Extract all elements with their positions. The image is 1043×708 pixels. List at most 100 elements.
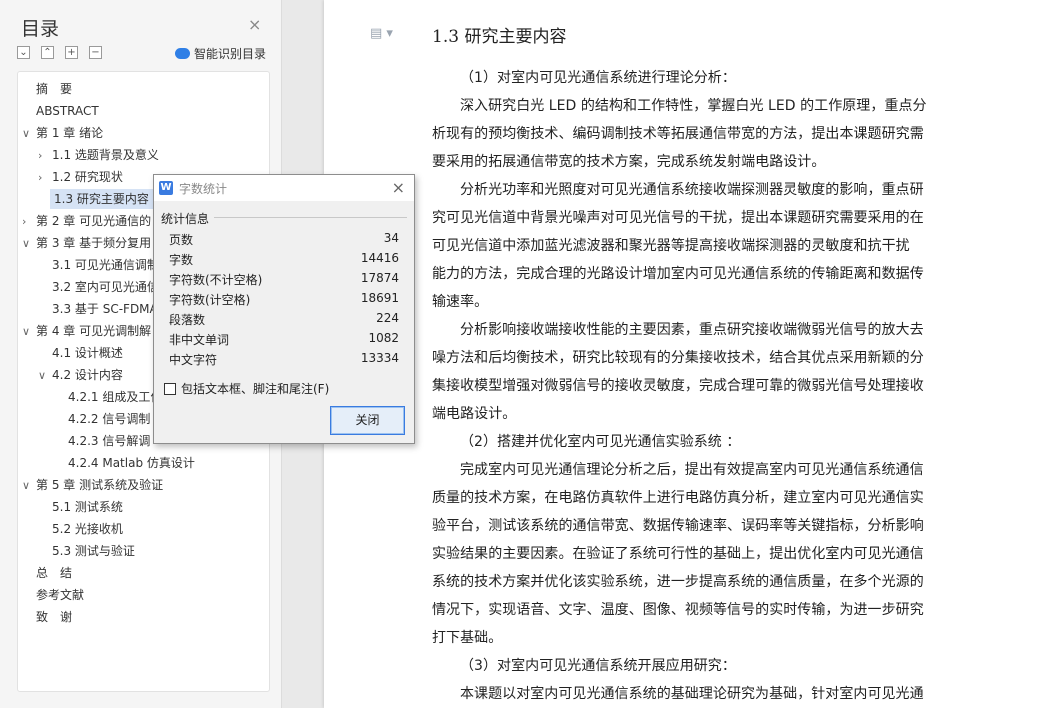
toc-item[interactable]: 5.1 测试系统 (38, 497, 266, 517)
paragraph-line: 打下基础。 (432, 630, 503, 646)
paragraph-line: 验平台，测试该系统的通信带宽、数据传输速率、误码率等关键指标，分析影响 (432, 518, 924, 534)
stat-label: 字数 (169, 253, 194, 267)
toc-item-label: 1.1 选题背景及意义 (52, 148, 159, 162)
section-divider (214, 217, 407, 218)
stat-label: 非中文单词 (169, 333, 230, 347)
close-button[interactable]: 关闭 (330, 406, 405, 435)
stat-label: 字符数(计空格) (169, 293, 251, 307)
paragraph-line: 噪方法和后均衡技术，研究比较现有的分集接收技术，结合其优点采用新颖的分 (432, 350, 924, 366)
paragraph-line: 集接收模型增强对微弱信号的接收灵敏度，完成合理可靠的微弱光信号处理接收 (432, 378, 924, 394)
paragraph-line: 完成室内可见光通信理论分析之后，提出有效提高室内可见光通信系统通信 (460, 462, 924, 478)
paragraph-line: 系统的技术方案并优化该实验系统，进一步提高系统的通信质量，在多个光源的 (432, 574, 924, 590)
dialog-close-icon[interactable]: × (392, 178, 405, 197)
expand-all-icon[interactable]: ⌃ (41, 46, 54, 59)
stat-label: 页数 (169, 233, 194, 247)
toc-item-label: 第 2 章 可见光通信的 (36, 214, 152, 228)
stat-value: 1082 (368, 331, 399, 345)
paragraph-line: 质量的技术方案，在电路仿真软件上进行电路仿真分析，建立室内可见光通信实 (432, 490, 924, 506)
toc-item[interactable]: 5.3 测试与验证 (38, 541, 266, 561)
stat-label: 中文字符 (169, 353, 218, 367)
toc-close-icon[interactable]: × (248, 15, 261, 34)
toc-item-label: 3.2 室内可见光通信 (52, 280, 159, 294)
stat-value: 18691 (360, 291, 399, 305)
paragraph-line: 深入研究白光 LED 的结构和工作特性，掌握白光 LED 的工作原理，重点分 (460, 98, 927, 114)
paragraph-line: 可见光信道中添加蓝光滤波器和聚光器等提高接收端探测器的灵敏度和抗干扰 (432, 238, 910, 254)
chevron-right-icon[interactable]: › (38, 168, 52, 187)
toc-item[interactable]: ABSTRACT (22, 101, 266, 121)
stat-row: 字数 14416 (169, 251, 399, 271)
chevron-down-icon[interactable]: ∨ (22, 322, 36, 341)
cloud-icon (175, 48, 190, 59)
stat-value: 13334 (360, 351, 399, 365)
toc-item[interactable]: 4.2.4 Matlab 仿真设计 (54, 453, 266, 473)
paragraph-line: （1）对室内可见光通信系统进行理论分析： (460, 70, 736, 86)
chevron-right-icon[interactable]: › (22, 212, 36, 231)
chevron-down-icon[interactable]: ∨ (22, 234, 36, 253)
page-options-icon[interactable]: ▤ ▾ (370, 26, 393, 41)
paragraph-line: 情况下，实现语音、文字、温度、图像、视频等信号的实时传输，为进一步研究 (432, 602, 924, 618)
dialog-titlebar[interactable]: W 字数统计 × (154, 175, 414, 201)
toc-item-label: 第 3 章 基于频分复用 (36, 236, 152, 250)
stat-value: 34 (383, 231, 399, 245)
paragraph-line: 要采用的拓展通信带宽的技术方案，完成系统发射端电路设计。 (432, 154, 826, 170)
stat-value: 17874 (360, 271, 399, 285)
toc-item-label: 1.3 研究主要内容 (54, 192, 149, 206)
paragraph-line: 实验结果的主要因素。在验证了系统可行性的基础上，提出优化室内可见光通信 (432, 546, 924, 562)
collapse-all-icon[interactable]: ⌄ (17, 46, 30, 59)
checkbox-box[interactable] (164, 382, 176, 395)
toc-item-label: 5.2 光接收机 (52, 522, 123, 536)
stat-value: 14416 (360, 251, 399, 265)
toc-item[interactable]: 摘 要 (22, 79, 266, 99)
stat-label: 字符数(不计空格) (169, 273, 263, 287)
toc-item-label: 5.3 测试与验证 (52, 544, 135, 558)
paragraph-line: 究可见光信道中背景光噪声对可见光信号的干扰，提出本课题研究需要采用的在 (432, 210, 924, 226)
dialog-title: 字数统计 (179, 182, 228, 196)
toc-item-label: 4.2.3 信号解调 (68, 434, 151, 448)
chevron-down-icon[interactable]: ∨ (22, 124, 36, 143)
paragraph-line: （2）搭建并优化室内可见光通信实验系统 ： (460, 434, 741, 450)
toc-item-label: 摘 要 (36, 82, 73, 96)
stat-row: 字符数(计空格) 18691 (169, 291, 399, 311)
stat-row: 非中文单词 1082 (169, 331, 399, 351)
toc-item[interactable]: 参考文献 (22, 585, 266, 605)
toc-item[interactable]: 总 结 (22, 563, 266, 583)
chevron-down-icon[interactable]: ∨ (22, 476, 36, 495)
smart-toc-button[interactable]: 智能识别目录 (175, 45, 266, 62)
paragraph-line: 端电路设计。 (432, 406, 517, 422)
stat-row: 中文字符 13334 (169, 351, 399, 371)
toc-item[interactable]: 致 谢 (22, 607, 266, 627)
toc-item[interactable]: › 1.1 选题背景及意义 (38, 145, 266, 165)
stat-row: 段落数 224 (169, 311, 399, 331)
toc-item[interactable]: 5.2 光接收机 (38, 519, 266, 539)
toc-item[interactable]: ∨ 第 5 章 测试系统及验证 (22, 475, 266, 495)
document-page[interactable]: ▤ ▾ 1.3 研究主要内容 （1）对室内可见光通信系统进行理论分析： 深入研究白… (324, 0, 1043, 708)
toc-item-label: 4.2.2 信号调制 (68, 412, 151, 426)
toc-item[interactable]: ∨ 第 1 章 绪论 (22, 123, 266, 143)
toc-item-label: 第 4 章 可见光调制解 (36, 324, 152, 338)
add-heading-icon[interactable]: + (65, 46, 78, 59)
paragraph-line: （3）对室内可见光通信系统开展应用研究： (460, 658, 736, 674)
remove-heading-icon[interactable]: − (89, 46, 102, 59)
chevron-down-icon[interactable]: ∨ (38, 366, 52, 385)
toc-item-label: ABSTRACT (36, 104, 99, 118)
chevron-right-icon[interactable]: › (38, 146, 52, 165)
stat-row: 字符数(不计空格) 17874 (169, 271, 399, 291)
toc-item-label: 4.2.1 组成及工作 (68, 390, 163, 404)
toc-item-label: 4.1 设计概述 (52, 346, 123, 360)
toc-item-label: 5.1 测试系统 (52, 500, 123, 514)
toc-item-label: 总 结 (36, 566, 73, 580)
toc-item-label: 4.2 设计内容 (52, 368, 123, 382)
smart-toc-label: 智能识别目录 (194, 47, 267, 61)
paragraph-line: 分析影响接收端接收性能的主要因素，重点研究接收端微弱光信号的放大去 (460, 322, 924, 338)
toc-item-label: 第 1 章 绪论 (36, 126, 104, 140)
paragraph-line: 能力的方法，完成合理的光路设计增加室内可见光通信系统的传输距离和数据传 (432, 266, 924, 282)
toc-title: 目录 (21, 18, 60, 40)
include-textbox-checkbox[interactable]: 包括文本框、脚注和尾注(F) (164, 380, 329, 397)
paragraph-line: 本课题以对室内可见光通信系统的基础理论研究为基础，针对室内可见光通 (460, 686, 924, 702)
checkbox-label[interactable]: 包括文本框、脚注和尾注(F) (181, 380, 329, 397)
toc-item-label: 3.1 可见光通信调制 (52, 258, 159, 272)
stat-row: 页数 34 (169, 231, 399, 251)
paragraph-line: 分析光功率和光照度对可见光通信系统接收端探测器灵敏度的影响，重点研 (460, 182, 924, 198)
stats-section-label: 统计信息 (161, 212, 210, 226)
toc-item-label: 1.2 研究现状 (52, 170, 123, 184)
